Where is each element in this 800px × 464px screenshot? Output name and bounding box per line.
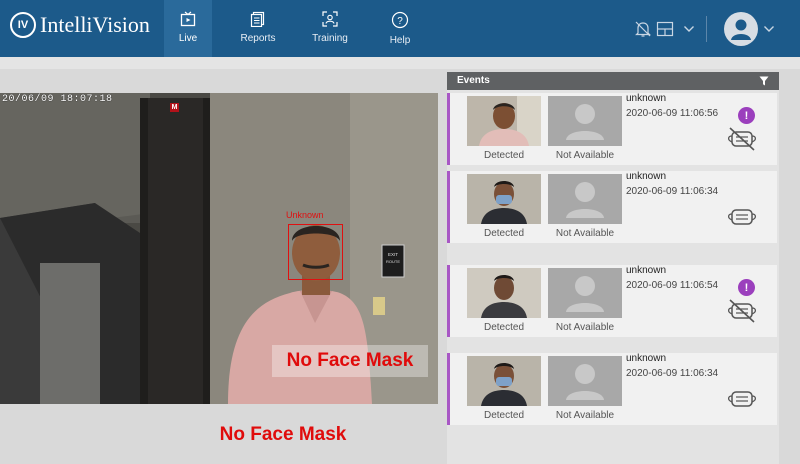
face-photo-image [467,96,541,146]
event-card[interactable]: Detected Not Available unknown 2020-06-0… [447,353,777,425]
detected-face-thumbnail [467,174,541,224]
face-mask-icon [727,209,757,225]
not-available-caption: Not Available [555,150,615,161]
events-title: Events [457,75,490,86]
reference-image-placeholder [548,356,622,406]
layout-icon[interactable] [656,20,674,38]
face-photo-image [467,174,541,224]
detected-face-thumbnail [467,356,541,406]
user-icon [731,19,751,40]
logo-badge: IV [10,12,36,38]
app-name: IntelliVision [40,12,150,37]
event-timestamp: 2020-06-09 11:06:54 [626,280,719,291]
not-available-caption: Not Available [555,410,615,421]
not-available-caption: Not Available [555,228,615,239]
camera-logo-mark: M [170,103,179,112]
tab-training-label: Training [312,33,348,44]
alert-icon: ! [738,107,755,124]
detected-caption: Detected [483,150,525,161]
tab-reports-label: Reports [240,33,276,44]
detected-caption: Detected [483,410,525,421]
tab-training[interactable]: Training [306,0,354,57]
detected-caption: Detected [483,228,525,239]
tab-live[interactable]: Live [164,0,212,57]
person-placeholder-icon [566,104,604,140]
event-timestamp: 2020-06-09 11:06:34 [626,368,719,379]
camera-timestamp: 20/06/09 18:07:18 [2,94,113,105]
content-header-strip [0,57,800,69]
event-card[interactable]: Detected Not Available unknown 2020-06-0… [447,171,777,243]
live-icon [180,11,196,27]
face-detection-label: Unknown [286,210,324,220]
user-menu-chevron-down-icon[interactable] [763,24,775,34]
layout-chevron-down-icon[interactable] [683,24,695,34]
tab-live-label: Live [178,33,198,44]
not-available-caption: Not Available [555,322,615,333]
training-icon [322,11,338,27]
live-video-feed[interactable]: EXIT ROUTE 20/06/09 18:07:18 M Unknown N… [0,93,438,404]
face-photo-image [467,356,541,406]
no-mask-icon [727,127,757,151]
event-timestamp: 2020-06-09 11:06:56 [626,108,719,119]
detected-face-thumbnail [467,96,541,146]
face-photo-image [467,268,541,318]
video-alert-overlay: No Face Mask [272,345,428,377]
tab-reports[interactable]: Reports [234,0,282,57]
detected-face-thumbnail [467,268,541,318]
person-placeholder-icon [566,182,604,218]
toolbar-divider [706,16,707,42]
face-mask-icon [727,391,757,407]
reference-image-placeholder [548,174,622,224]
event-person-name: unknown [626,353,667,364]
app-logo[interactable]: IV IntelliVision [10,12,150,38]
person-placeholder-icon [566,276,604,312]
tab-help-label: Help [389,35,411,46]
reference-image-placeholder [548,96,622,146]
svg-text:?: ? [397,16,403,27]
detected-caption: Detected [483,322,525,333]
top-navigation-bar: IV IntelliVision Live Reports Training ?… [0,0,800,57]
no-mask-icon [727,299,757,323]
person-placeholder-icon [566,364,604,400]
notifications-muted-icon[interactable] [634,20,652,38]
help-icon: ? [391,11,409,29]
event-person-name: unknown [626,265,667,276]
filter-icon[interactable] [759,76,769,86]
face-detection-box [288,224,343,280]
event-card[interactable]: Detected Not Available unknown 2020-06-0… [447,265,777,337]
events-header: Events [447,72,779,90]
event-person-name: unknown [626,171,667,182]
event-card[interactable]: Detected Not Available unknown 2020-06-0… [447,93,777,165]
tab-help[interactable]: ? Help [376,0,424,57]
user-avatar[interactable] [724,12,758,46]
event-timestamp: 2020-06-09 11:06:34 [626,186,719,197]
events-panel: Events Detected Not Available unknown 20… [447,72,779,464]
reports-icon [250,11,265,27]
alert-icon: ! [738,279,755,296]
reference-image-placeholder [548,268,622,318]
svg-text:ROUTE: ROUTE [386,259,400,264]
svg-text:EXIT: EXIT [388,252,398,257]
event-person-name: unknown [626,93,667,104]
